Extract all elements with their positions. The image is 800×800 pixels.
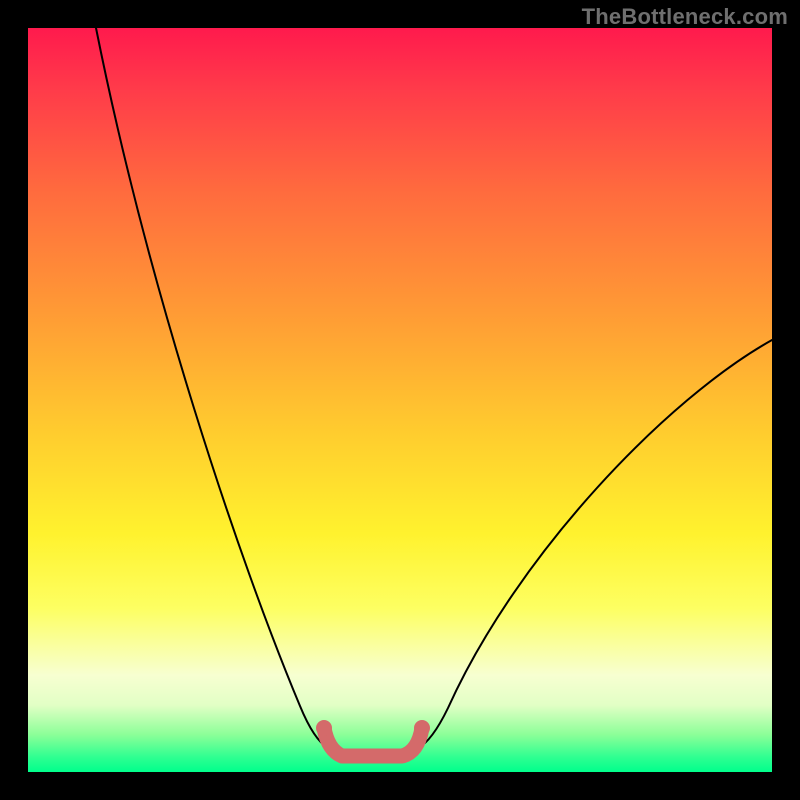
curve-right [418,340,772,748]
chart-frame: TheBottleneck.com [0,0,800,800]
highlight-dot-right [414,720,430,736]
bottleneck-curve [28,28,772,772]
highlight-u [324,728,422,756]
watermark-text: TheBottleneck.com [582,4,788,30]
highlight-dot-left [316,720,332,736]
curve-left [96,28,328,748]
